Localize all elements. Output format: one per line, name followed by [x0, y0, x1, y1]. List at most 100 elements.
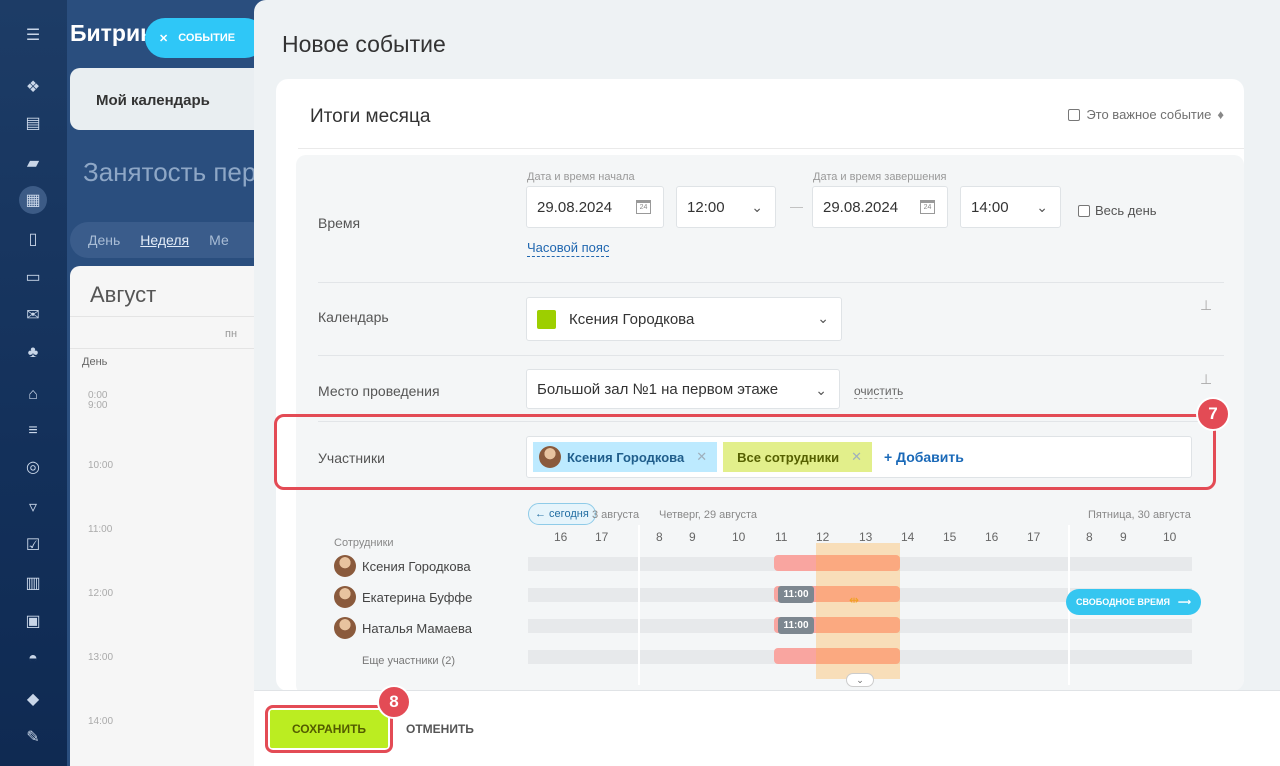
left-nav-rail: ☰ ❖ ▤ ▰ ▦ ▯ ▭ ✉ ♣ ⌂ ≡ ◎ ▿ ☑ ▥ ▣ ◓ ◆ ✎ — [0, 0, 67, 766]
event-name-input[interactable]: Итоги месяца — [310, 106, 430, 128]
participants-highlight — [274, 414, 1216, 490]
target-icon[interactable]: ◎ — [22, 456, 44, 478]
end-time-value: 14:00 — [971, 198, 1009, 216]
feed-icon[interactable]: ❖ — [22, 76, 44, 98]
timezone-link[interactable]: Часовой пояс — [527, 240, 610, 257]
menu-icon[interactable]: ☰ — [22, 24, 44, 46]
time-label: Время — [318, 215, 361, 231]
availability-timeline: ← сегодня 3 августа Четверг, 29 августа … — [296, 495, 1244, 691]
box-icon[interactable]: ◆ — [22, 688, 44, 710]
day-divider — [638, 525, 640, 685]
chevron-down-icon: ⌄ — [751, 199, 763, 215]
more-participants-link[interactable]: Еще участники (2) — [362, 655, 455, 667]
chevron-down-icon: ⌄ — [815, 382, 827, 398]
location-select[interactable]: Большой зал №1 на первом этаже ⌄ — [526, 369, 840, 409]
hour-tick: 13 — [859, 530, 873, 544]
hour-tick: 9 — [689, 530, 696, 544]
filter-icon[interactable]: ≡ — [22, 420, 44, 442]
resize-handle-icon[interactable]: ⇹ — [849, 593, 859, 607]
pin-icon[interactable]: ⊥ — [1200, 371, 1212, 388]
hour-label: 12:00 — [88, 588, 114, 599]
edit-icon[interactable]: ✎ — [22, 726, 44, 748]
avatar — [334, 617, 356, 639]
month-title: Август — [90, 282, 157, 307]
day-label: 3 августа — [592, 509, 640, 521]
weekday-label: пн — [225, 328, 238, 340]
hour-tick: 8 — [1086, 530, 1093, 544]
mail-icon[interactable]: ✉ — [22, 304, 44, 326]
hour-tick: 9 — [1120, 530, 1127, 544]
calendar-icon[interactable]: ▦ — [19, 186, 47, 214]
company-icon[interactable]: ⌂ — [22, 384, 44, 406]
my-calendar-card[interactable]: Мой календарь — [70, 68, 267, 130]
start-time-select[interactable]: 12:00 ⌄ — [676, 186, 776, 228]
day-label: Пятница, 30 августа — [1088, 509, 1191, 521]
close-icon: ✕ — [159, 32, 169, 45]
all-day-label: Весь день — [1095, 203, 1157, 218]
busy-time-tag: 11:00 — [778, 617, 814, 634]
all-day-checkbox[interactable] — [1078, 204, 1090, 217]
robot-icon[interactable]: ◓ — [22, 648, 44, 670]
hour-label: 14:00 — [88, 716, 114, 727]
important-checkbox[interactable] — [1068, 108, 1081, 121]
calendar-label: Календарь — [318, 309, 389, 325]
view-day[interactable]: День — [88, 232, 120, 248]
step-badge: 8 — [377, 685, 411, 719]
location-value: Большой зал №1 на первом этаже — [537, 380, 779, 398]
view-month[interactable]: Ме — [209, 232, 229, 248]
hour-tick: 11 — [775, 530, 788, 544]
hour-tick: 10 — [732, 530, 746, 544]
hour-tick: 8 — [656, 530, 663, 544]
document-icon[interactable]: ▯ — [22, 228, 44, 250]
hour-tick: 10 — [1163, 530, 1177, 544]
save-button[interactable]: СОХРАНИТЬ — [270, 710, 388, 748]
end-caption: Дата и время завершения — [813, 171, 947, 183]
expand-chevron-icon[interactable]: ⌄ — [846, 673, 874, 687]
selected-time-range[interactable] — [816, 543, 900, 679]
hour-tick: 14 — [901, 530, 915, 544]
important-event-toggle[interactable]: Это важное событие ♦ — [1068, 107, 1224, 122]
hour-tick: 17 — [595, 530, 609, 544]
end-date-value: 29.08.2024 — [823, 198, 899, 216]
calendar-icon[interactable]: 24 — [636, 200, 651, 214]
pin-icon[interactable]: ⊥ — [1200, 297, 1212, 314]
all-day-toggle[interactable]: Весь день — [1078, 203, 1157, 218]
start-date-field[interactable]: 29.08.2024 24 — [526, 186, 664, 228]
step-badge: 7 — [1196, 397, 1230, 431]
free-time-label: СВОБОДНОЕ ВРЕМЯ — [1076, 597, 1171, 607]
free-time-button[interactable]: СВОБОДНОЕ ВРЕМЯ ⟶ — [1066, 589, 1201, 615]
clear-location-link[interactable]: очистить — [854, 384, 904, 399]
drive-icon[interactable]: ▭ — [22, 266, 44, 288]
end-time-select[interactable]: 14:00 ⌄ — [960, 186, 1061, 228]
hour-tick: 12 — [816, 530, 830, 544]
event-chip[interactable]: ✕ СОБЫТИЕ — [145, 18, 265, 58]
calendar-select[interactable]: Ксения Городкова ⌄ — [526, 297, 842, 341]
view-week[interactable]: Неделя — [140, 232, 189, 248]
end-date-field[interactable]: 29.08.2024 24 — [812, 186, 948, 228]
start-date-value: 29.08.2024 — [537, 198, 613, 216]
event-form-card: Итоги месяца Это важное событие ♦ Время … — [276, 79, 1244, 691]
cancel-button[interactable]: ОТМЕНИТЬ — [406, 722, 474, 736]
divider — [318, 355, 1224, 356]
calendar-icon[interactable]: 24 — [920, 200, 935, 214]
checklist-icon[interactable]: ☑ — [22, 534, 44, 556]
contacts-icon[interactable]: ▣ — [22, 610, 44, 632]
today-button[interactable]: ← сегодня — [528, 503, 596, 525]
location-label: Место проведения — [318, 383, 440, 399]
analytics-icon[interactable]: ▥ — [22, 572, 44, 594]
hour-label: 10:00 — [88, 460, 114, 471]
avatar — [334, 586, 356, 608]
chat-icon[interactable]: ▰ — [22, 152, 44, 174]
avatar — [334, 555, 356, 577]
groups-icon[interactable]: ♣ — [22, 342, 44, 364]
employees-title: Сотрудники — [334, 537, 394, 549]
tasks-icon[interactable]: ▤ — [22, 112, 44, 134]
employee-row: Ксения Городкова — [334, 555, 471, 577]
cart-icon[interactable]: ▿ — [22, 496, 44, 518]
hour-label: 13:00 — [88, 652, 114, 663]
divider — [318, 282, 1224, 283]
hour-label: 11:00 — [88, 524, 113, 535]
employee-row: Наталья Мамаева — [334, 617, 472, 639]
chevron-down-icon: ⌄ — [1036, 199, 1048, 215]
event-chip-label: СОБЫТИЕ — [178, 32, 236, 44]
